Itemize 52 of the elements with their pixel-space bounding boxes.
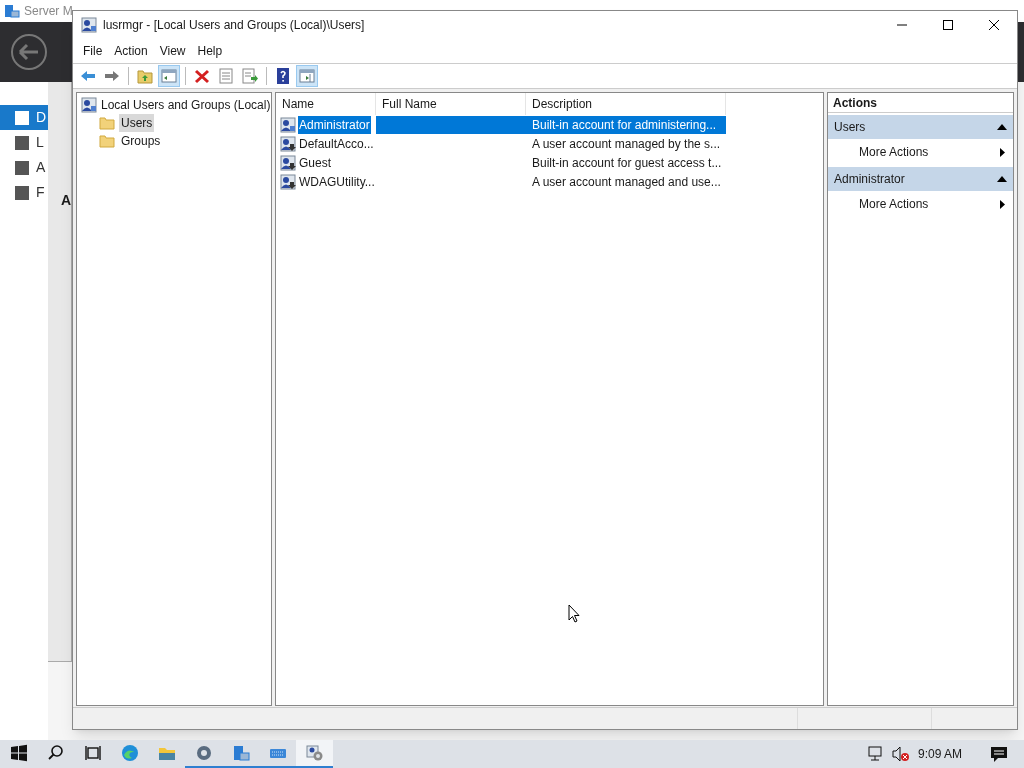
folder-up-icon [136, 67, 154, 85]
column-header[interactable]: Name [276, 93, 376, 115]
task-view-icon [82, 743, 103, 763]
folder-icon [99, 134, 115, 148]
clock[interactable]: 9:09 AM [917, 745, 962, 763]
table-cell[interactable]: Administrator [298, 115, 371, 134]
windows-logo-icon [8, 743, 29, 763]
submenu-arrow-icon [1000, 199, 1005, 209]
computer-users-icon [81, 97, 97, 113]
action-item[interactable]: More Actions [828, 191, 1013, 217]
help-icon [274, 67, 292, 85]
tree-pane-icon [160, 67, 178, 85]
collapse-icon [997, 176, 1007, 182]
section-header[interactable]: Administrator [828, 167, 1013, 191]
export-list-icon [241, 67, 259, 85]
tree-item[interactable]: Local Users and Groups (Local) [81, 96, 271, 114]
section-header[interactable]: Users [828, 115, 1013, 139]
delete-icon [193, 67, 211, 85]
nav-item[interactable]: L [0, 130, 48, 155]
actions-heading: Actions [828, 93, 1013, 113]
table-cell-text: Built-in account for guest access t... [531, 154, 723, 172]
panel-heading: A [61, 191, 71, 210]
action-item[interactable]: More Actions [828, 139, 1013, 165]
tree-item[interactable]: Users [119, 114, 155, 132]
column-header[interactable]: Full Name [376, 93, 526, 115]
mouse-pointer-icon [568, 604, 580, 623]
table-cell-text: A user account managed and use... [531, 173, 722, 191]
folder-icon [99, 116, 115, 130]
window-title: Server M [24, 3, 73, 20]
users-icon [81, 17, 97, 33]
table-cell: Built-in account for administering... [526, 115, 726, 134]
muted-speaker-icon[interactable] [891, 746, 910, 762]
nav-item[interactable]: D [0, 105, 48, 130]
browser-icon [119, 743, 140, 763]
submenu-arrow-icon [1000, 147, 1005, 157]
maximize-icon [943, 20, 953, 30]
column-header[interactable]: Description [526, 93, 726, 115]
notifications-icon[interactable] [990, 745, 1008, 763]
menu-item[interactable]: File [77, 42, 109, 60]
menu-item[interactable]: Help [191, 42, 229, 60]
collapse-icon [997, 124, 1007, 130]
users-icon [304, 743, 325, 763]
table-cell-text: A user account managed by the s... [531, 135, 722, 153]
menu-item[interactable]: Action [108, 42, 154, 60]
nav-item[interactable]: A [0, 155, 48, 180]
window-title: lusrmgr - [Local Users and Groups (Local)\Users] [103, 17, 365, 34]
action-pane-icon [298, 67, 316, 85]
close-icon [989, 20, 999, 30]
properties-icon [217, 67, 235, 85]
menu-item[interactable]: View [153, 42, 192, 60]
nav-item[interactable]: F [0, 180, 48, 205]
tree-item[interactable]: Groups [119, 132, 163, 150]
